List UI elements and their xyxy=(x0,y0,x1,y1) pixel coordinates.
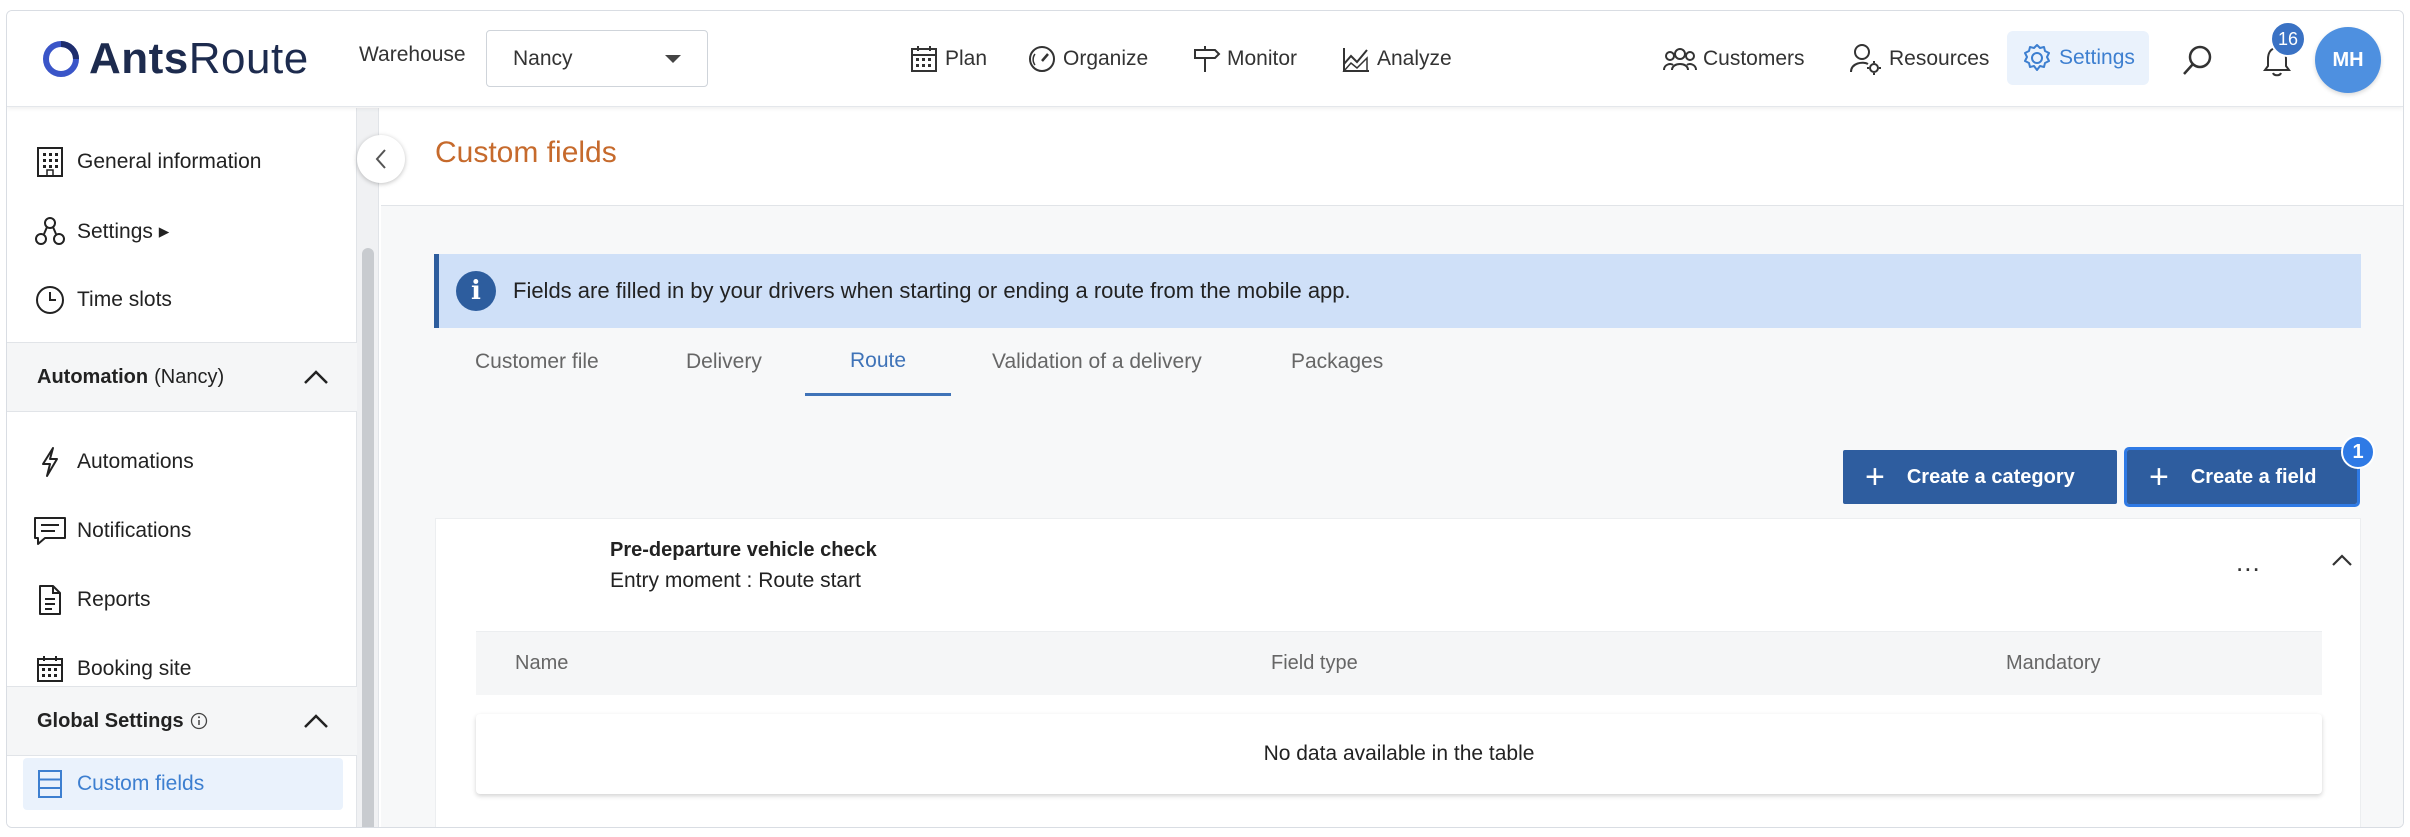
section-warehouse: (Nancy) xyxy=(154,365,225,388)
building-icon xyxy=(33,145,67,179)
sidebar-item-custom-fields[interactable]: Custom fields xyxy=(23,758,343,810)
sidebar-scrollbar[interactable] xyxy=(357,108,379,827)
nav-organize-label: Organize xyxy=(1063,47,1149,70)
category-title: Pre-departure vehicle check xyxy=(610,539,877,561)
user-avatar[interactable]: MH xyxy=(2315,27,2381,93)
nav-monitor[interactable]: Monitor xyxy=(1191,37,1297,81)
sidebar-item-label: Booking site xyxy=(77,657,192,680)
column-field-type: Field type xyxy=(1271,652,1358,674)
chevron-up-icon xyxy=(304,370,328,384)
create-field-button[interactable]: + Create a field xyxy=(2124,447,2360,507)
tab-customer-file[interactable]: Customer file xyxy=(475,328,599,396)
table-empty-state: No data available in the table xyxy=(476,714,2322,794)
info-circle-icon xyxy=(190,712,207,730)
sidebar-item-label: Automations xyxy=(77,450,194,473)
nav-analyze-label: Analyze xyxy=(1377,47,1452,70)
create-category-label: Create a category xyxy=(1906,465,2075,488)
search-icon xyxy=(2183,45,2212,75)
document-icon xyxy=(33,583,67,617)
custom-field-category-card: Pre-departure vehicle check Entry moment… xyxy=(435,518,2361,827)
sidebar-item-notifications[interactable]: Notifications xyxy=(33,505,343,557)
tab-validation-of-a-delivery[interactable]: Validation of a delivery xyxy=(992,328,1202,396)
caret-down-icon xyxy=(665,55,681,63)
chart-icon xyxy=(1342,48,1369,72)
nodes-icon xyxy=(33,214,67,248)
sidebar-item-label: Time slots xyxy=(77,288,172,311)
antsroute-logo[interactable]: AntsRoute xyxy=(41,31,309,87)
sidebar-section-automation[interactable]: Automation (Nancy) xyxy=(7,342,357,412)
sidebar-item-label: Reports xyxy=(77,588,151,611)
nav-organize[interactable]: Organize xyxy=(1027,37,1148,81)
info-icon: i xyxy=(456,271,496,311)
sidebar-item-reports[interactable]: Reports xyxy=(33,574,343,626)
warehouse-label: Warehouse xyxy=(359,43,466,66)
fields-icon xyxy=(33,767,67,801)
sidebar-item-general-information[interactable]: General information xyxy=(33,136,343,188)
sidebar-item-label: Custom fields xyxy=(77,772,205,795)
sidebar-item-time-slots[interactable]: Time slots xyxy=(33,274,343,326)
nav-resources[interactable]: Resources xyxy=(1849,37,1989,81)
calendar-icon xyxy=(911,46,937,72)
search-button[interactable] xyxy=(2177,41,2217,81)
tab-delivery[interactable]: Delivery xyxy=(686,328,762,396)
collapse-sidebar-button[interactable] xyxy=(357,135,405,183)
nav-monitor-label: Monitor xyxy=(1227,47,1298,70)
scrollbar-thumb[interactable] xyxy=(362,248,374,827)
chevron-up-icon[interactable] xyxy=(2331,553,2353,567)
column-name: Name xyxy=(515,652,569,674)
nav-customers-label: Customers xyxy=(1703,47,1805,70)
nav-plan-label: Plan xyxy=(945,47,988,70)
notifications-count-badge: 16 xyxy=(2270,21,2306,57)
nav-resources-label: Resources xyxy=(1889,47,1990,70)
sidebar-item-label: Settings ▸ xyxy=(77,219,170,243)
ant-logo-icon xyxy=(43,41,79,77)
info-text: Fields are filled in by your drivers whe… xyxy=(513,278,1351,303)
nav-analyze[interactable]: Analyze xyxy=(1341,37,1452,81)
warehouse-select[interactable]: Nancy xyxy=(486,30,708,87)
page-title: Custom fields xyxy=(435,136,617,169)
settings-sidebar: General information Settings ▸ Time slot… xyxy=(7,108,357,827)
plus-icon: + xyxy=(1865,458,1885,496)
tab-packages[interactable]: Packages xyxy=(1291,328,1383,396)
section-title: Global Settings xyxy=(37,709,184,732)
bolt-icon xyxy=(33,445,67,479)
app-window: AntsRoute Warehouse Nancy Plan Organize … xyxy=(6,10,2404,828)
create-field-label: Create a field xyxy=(2190,465,2317,488)
nav-settings-label: Settings xyxy=(2059,46,2135,69)
chevron-left-icon xyxy=(375,149,386,169)
nav-settings[interactable]: Settings xyxy=(2007,31,2149,85)
category-menu-button[interactable]: ... xyxy=(2236,547,2261,578)
gear-icon xyxy=(2024,44,2050,71)
create-category-button[interactable]: + Create a category xyxy=(1843,450,2117,504)
calendar-grid-icon xyxy=(33,652,67,686)
step-badge: 1 xyxy=(2341,435,2375,469)
top-navigation-bar: AntsRoute Warehouse Nancy Plan Organize … xyxy=(7,11,2403,107)
signpost-icon xyxy=(1194,46,1221,72)
nav-customers[interactable]: Customers xyxy=(1663,37,1805,81)
warehouse-value: Nancy xyxy=(513,46,573,70)
sidebar-item-label: Notifications xyxy=(77,519,192,542)
column-mandatory: Mandatory xyxy=(2006,652,2101,674)
sidebar-item-automations[interactable]: Automations xyxy=(33,436,343,488)
category-entry-moment: Entry moment : Route start xyxy=(610,569,861,592)
table-header: Name Field type Mandatory xyxy=(476,631,2322,695)
chevron-up-icon xyxy=(304,714,328,728)
tab-route[interactable]: Route xyxy=(805,328,951,396)
user-gear-icon xyxy=(1850,44,1881,75)
page-header: Custom fields xyxy=(381,108,2403,206)
users-icon xyxy=(1663,48,1697,71)
info-banner: i Fields are filled in by your drivers w… xyxy=(434,254,2361,328)
gauge-icon xyxy=(1029,46,1055,72)
sidebar-section-global-settings[interactable]: Global Settings xyxy=(7,686,357,756)
logo-text: AntsRoute xyxy=(89,34,309,83)
section-title: Automation xyxy=(37,365,149,388)
sidebar-item-label: General information xyxy=(77,150,262,173)
plus-icon: + xyxy=(2149,458,2169,496)
nav-plan[interactable]: Plan xyxy=(909,37,987,81)
message-icon xyxy=(33,514,67,548)
main-content: Custom fields i Fields are filled in by … xyxy=(381,108,2403,827)
sidebar-item-settings[interactable]: Settings ▸ xyxy=(33,205,343,257)
clock-icon xyxy=(33,283,67,317)
